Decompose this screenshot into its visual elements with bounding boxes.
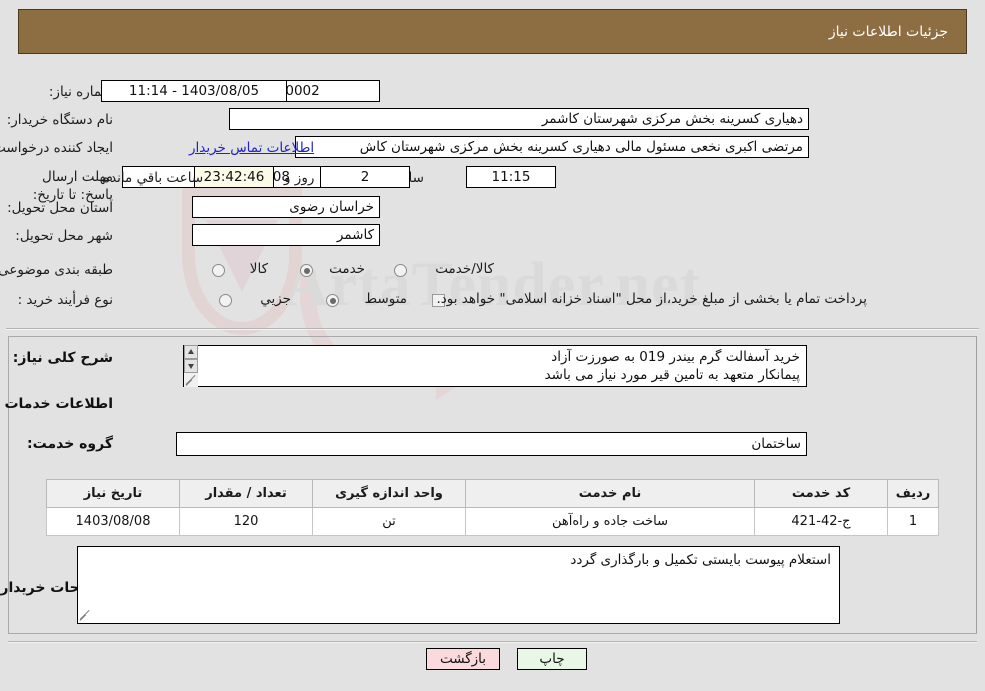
- city-value: کاشمر: [192, 224, 380, 246]
- province-label: استان محل تحویل:: [7, 200, 113, 216]
- buyer-org-label: نام دستگاه خریدار:: [6, 112, 113, 128]
- section-divider-bottom: [8, 641, 977, 643]
- remaining-time-value: 23:42:46: [194, 166, 274, 188]
- process-label: نوع فرأیند خرید :: [17, 292, 113, 308]
- deadline-hour-value: 11:15: [466, 166, 556, 188]
- process-option-label-1: متوسط: [364, 291, 407, 307]
- buyer-notes-textarea[interactable]: استعلام پیوست بایستی تکمیل و بارگذاری گر…: [77, 546, 840, 624]
- remaining-days-value: 2: [320, 166, 410, 188]
- cell-code: ج-42-421: [754, 507, 888, 536]
- process-radio-0[interactable]: [219, 294, 232, 307]
- remaining-time-label: ساعت باقي مانده: [103, 170, 204, 186]
- category-radio-1[interactable]: [300, 264, 313, 277]
- summary-line-1: خرید آسفالت گرم بیندر 019 به صورزت آزاد: [551, 349, 800, 365]
- column-header-qty: تعداد / مقدار: [179, 479, 313, 508]
- category-option-label-1: خدمت: [329, 261, 365, 277]
- buyer-contact-link[interactable]: اطلاعات تماس خریدار: [189, 140, 314, 156]
- page-title: جزئیات اطلاعات نیاز: [828, 23, 948, 40]
- cell-unit: تن: [312, 507, 466, 536]
- process-radio-1[interactable]: [326, 294, 339, 307]
- category-radio-2[interactable]: [394, 264, 407, 277]
- services-table: ردیف کد خدمت نام خدمت واحد اندازه گیری ت…: [46, 479, 939, 536]
- category-radio-0[interactable]: [212, 264, 225, 277]
- deadline-label: مهلت ارسال پاسخ: تا تاریخ:: [32, 169, 113, 203]
- buyer-org-value: دهیاری کسرینه بخش مرکزی شهرستان کاشمر: [229, 108, 809, 130]
- scroll-up-icon[interactable]: [184, 345, 198, 359]
- requester-value: مرتضی اکبری نخعی مسئول مالی دهیاری کسرین…: [295, 136, 809, 158]
- print-button[interactable]: چاپ: [517, 648, 587, 670]
- remaining-days-label: روز و: [284, 170, 315, 186]
- summary-label: شرح کلی نیاز:: [12, 350, 113, 366]
- cell-index: 1: [887, 507, 939, 536]
- column-header-date: تاریخ نیاز: [46, 479, 180, 508]
- summary-scrollbar[interactable]: [183, 345, 198, 387]
- city-label: شهر محل تحویل:: [15, 228, 113, 244]
- summary-textarea[interactable]: خرید آسفالت گرم بیندر 019 به صورزت آزاد …: [183, 345, 807, 387]
- table-header-row: ردیف کد خدمت نام خدمت واحد اندازه گیری ت…: [46, 479, 939, 508]
- category-option-label-0: کالا: [249, 261, 268, 277]
- need-details-page: ArtaTender.net جزئیات اطلاعات نیاز شماره…: [0, 0, 985, 691]
- payment-note-text: پرداخت تمام یا بخشی از مبلغ خرید،از محل …: [436, 291, 867, 307]
- cell-qty: 120: [179, 507, 313, 536]
- column-header-index: ردیف: [887, 479, 939, 508]
- column-header-unit: واحد اندازه گیری: [312, 479, 466, 508]
- category-label: طبقه بندی موضوعی:: [0, 262, 113, 278]
- service-group-label: گروه خدمت:: [27, 436, 113, 452]
- buyer-notes-value: استعلام پیوست بایستی تکمیل و بارگذاری گر…: [570, 552, 831, 568]
- table-row: 1 ج-42-421 ساخت جاده و راه‌آهن تن 120 14…: [46, 507, 939, 536]
- services-section-title: اطلاعات خدمات مورد نیاز: [0, 396, 113, 412]
- column-header-name: نام خدمت: [465, 479, 755, 508]
- section-divider-top: [6, 328, 979, 330]
- process-option-label-0: جزیي: [260, 291, 291, 307]
- back-button[interactable]: بازگشت: [426, 648, 500, 670]
- cell-date: 1403/08/08: [46, 507, 180, 536]
- summary-line-2: پیمانکار متعهد به تامین قیر مورد نیاز می…: [544, 367, 800, 383]
- requester-label: ایجاد کننده درخواست:: [0, 140, 113, 156]
- page-title-bar: جزئیات اطلاعات نیاز: [18, 9, 967, 54]
- service-group-value: ساختمان: [176, 432, 807, 456]
- category-option-label-2: کالا/خدمت: [435, 261, 494, 277]
- scroll-down-icon[interactable]: [184, 359, 198, 373]
- province-value: خراسان رضوی: [192, 196, 380, 218]
- cell-name: ساخت جاده و راه‌آهن: [465, 507, 755, 536]
- column-header-code: کد خدمت: [754, 479, 888, 508]
- announce-datetime-value: 1403/08/05 - 11:14: [101, 80, 287, 102]
